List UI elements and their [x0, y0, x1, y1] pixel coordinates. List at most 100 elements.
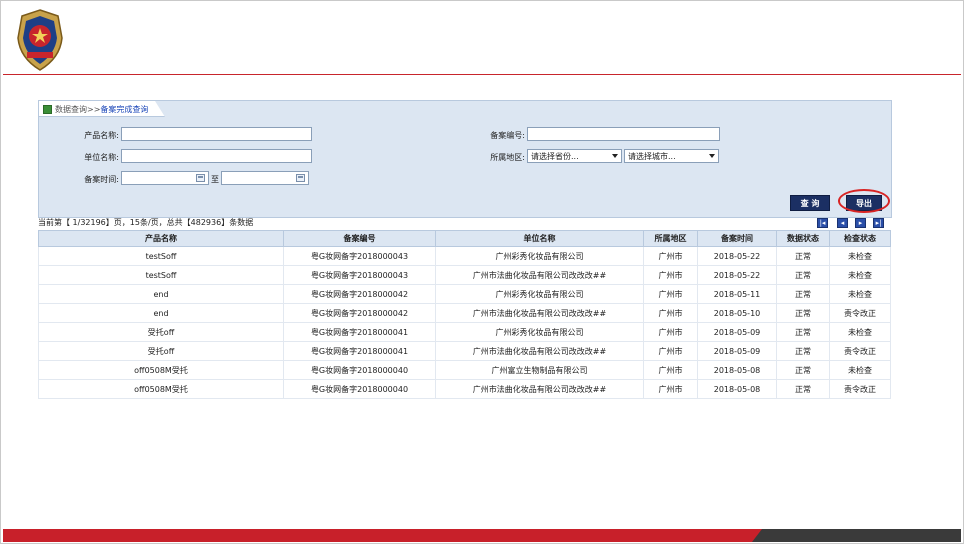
product-name-label: 产品名称:: [84, 131, 119, 140]
date-to-label: 至: [211, 175, 219, 184]
table-cell[interactable]: 粤G妆网备字2018000041: [283, 341, 436, 361]
table-row: testSoff 粤G妆网备字2018000043 广州市法曲化妆品有限公司改改改#…: [38, 265, 891, 285]
table-cell[interactable]: 受托off: [38, 322, 284, 342]
table-cell[interactable]: 粤G妆网备字2018000041: [283, 322, 436, 342]
table-cell: 正常: [776, 265, 830, 285]
table-cell: 广州市法曲化妆品有限公司改改改##: [435, 341, 644, 361]
table-cell[interactable]: 责令改正: [829, 303, 891, 323]
table-cell: 正常: [776, 246, 830, 266]
header-rule: [3, 74, 961, 75]
table-cell: 广州市: [643, 322, 698, 342]
table-cell: 广州彩秀化妆品有限公司: [435, 246, 644, 266]
table-cell[interactable]: 未检查: [829, 265, 891, 285]
company-name-input[interactable]: [121, 149, 312, 163]
table-cell[interactable]: 未检查: [829, 322, 891, 342]
table-cell[interactable]: 粤G妆网备字2018000040: [283, 379, 436, 399]
city-select-value: 请选择城市...: [628, 152, 676, 161]
query-button[interactable]: 查 询: [790, 195, 830, 211]
table-row: 受托off 粤G妆网备字2018000041 广州市法曲化妆品有限公司改改改## 广州…: [38, 341, 891, 361]
table-cell[interactable]: 责令改正: [829, 341, 891, 361]
record-date-label: 备案时间:: [84, 175, 119, 184]
column-header: 数据状态: [776, 230, 830, 247]
breadcrumb-current[interactable]: 备案完成查询: [100, 105, 148, 114]
province-select[interactable]: 请选择省份...: [527, 149, 622, 163]
emblem-logo: [17, 9, 63, 71]
chevron-down-icon: [709, 154, 715, 158]
table-cell: 正常: [776, 284, 830, 304]
table-cell: 2018-05-09: [697, 341, 777, 361]
table-cell[interactable]: end: [38, 303, 284, 323]
table-header-row: 产品名称 备案编号 单位名称 所属地区 备案时间 数据状态 检查状态: [38, 230, 891, 247]
table-cell: 正常: [776, 360, 830, 380]
table-cell: 广州市: [643, 303, 698, 323]
breadcrumb-text: 数据查询>>备案完成查询: [55, 104, 148, 115]
breadcrumb-root[interactable]: 数据查询>>: [55, 105, 100, 114]
table-cell: 广州市: [643, 360, 698, 380]
table-cell: 广州市: [643, 284, 698, 304]
product-name-input[interactable]: [121, 127, 312, 141]
date-from-input[interactable]: [121, 171, 209, 185]
table-cell: 正常: [776, 379, 830, 399]
calendar-icon[interactable]: [296, 174, 305, 182]
table-cell: 2018-05-11: [697, 284, 777, 304]
table-cell[interactable]: off0508M受托: [38, 379, 284, 399]
record-no-label: 备案编号:: [490, 131, 525, 140]
table-row: off0508M受托 粤G妆网备字2018000040 广州富立生物制品有限公司 广州…: [38, 360, 891, 380]
table-cell: 2018-05-08: [697, 360, 777, 380]
column-header: 所属地区: [643, 230, 698, 247]
table-cell[interactable]: 未检查: [829, 360, 891, 380]
table-cell: 广州市: [643, 379, 698, 399]
prev-page-icon[interactable]: ◂: [837, 218, 848, 228]
column-header: 单位名称: [435, 230, 644, 247]
table-cell: 2018-05-10: [697, 303, 777, 323]
table-cell[interactable]: 受托off: [38, 341, 284, 361]
region-label: 所属地区:: [490, 153, 525, 162]
table-cell: 正常: [776, 341, 830, 361]
table-cell: 正常: [776, 303, 830, 323]
column-header: 备案时间: [697, 230, 777, 247]
breadcrumb: 数据查询>>备案完成查询: [39, 101, 165, 117]
table-row: testSoff 粤G妆网备字2018000043 广州彩秀化妆品有限公司 广州市 20…: [38, 246, 891, 266]
table-cell[interactable]: 粤G妆网备字2018000043: [283, 246, 436, 266]
table-cell[interactable]: 粤G妆网备字2018000042: [283, 284, 436, 304]
table-cell: 广州市: [643, 246, 698, 266]
date-to-input[interactable]: [221, 171, 309, 185]
table-cell: 广州市法曲化妆品有限公司改改改##: [435, 265, 644, 285]
calendar-icon[interactable]: [196, 174, 205, 182]
table-cell[interactable]: 责令改正: [829, 379, 891, 399]
table-cell[interactable]: 未检查: [829, 284, 891, 304]
table-cell[interactable]: 粤G妆网备字2018000040: [283, 360, 436, 380]
table-cell: 2018-05-22: [697, 246, 777, 266]
first-page-icon[interactable]: |◂: [817, 218, 828, 228]
results-table: 产品名称 备案编号 单位名称 所属地区 备案时间 数据状态 检查状态 testS…: [38, 230, 891, 399]
table-cell: 广州市法曲化妆品有限公司改改改##: [435, 379, 644, 399]
record-no-input[interactable]: [527, 127, 720, 141]
province-select-value: 请选择省份...: [531, 152, 579, 161]
column-header: 备案编号: [283, 230, 436, 247]
table-cell[interactable]: 未检查: [829, 246, 891, 266]
column-header: 检查状态: [829, 230, 891, 247]
search-panel: 数据查询>>备案完成查询 产品名称: 单位名称: 备案时间: 至 备案编号: 所…: [38, 100, 892, 218]
column-header: 产品名称: [38, 230, 284, 247]
table-cell: 正常: [776, 322, 830, 342]
pager-summary: 当前第【 1/32196】页，15条/页，总共【482936】条数据: [38, 218, 254, 227]
table-cell[interactable]: testSoff: [38, 246, 284, 266]
table-cell[interactable]: testSoff: [38, 265, 284, 285]
table-cell: 广州市法曲化妆品有限公司改改改##: [435, 303, 644, 323]
city-select[interactable]: 请选择城市...: [624, 149, 719, 163]
table-cell[interactable]: 粤G妆网备字2018000042: [283, 303, 436, 323]
table-cell: 2018-05-09: [697, 322, 777, 342]
table-cell[interactable]: end: [38, 284, 284, 304]
company-name-label: 单位名称:: [84, 153, 119, 162]
breadcrumb-icon: [43, 105, 52, 114]
export-highlight-ring: [838, 189, 890, 213]
chevron-down-icon: [612, 154, 618, 158]
next-page-icon[interactable]: ▸: [855, 218, 866, 228]
table-cell: 广州富立生物制品有限公司: [435, 360, 644, 380]
last-page-icon[interactable]: ▸|: [873, 218, 884, 228]
table-cell[interactable]: 粤G妆网备字2018000043: [283, 265, 436, 285]
table-cell[interactable]: off0508M受托: [38, 360, 284, 380]
table-row: end 粤G妆网备字2018000042 广州彩秀化妆品有限公司 广州市 2018-05…: [38, 284, 891, 304]
table-cell: 2018-05-22: [697, 265, 777, 285]
table-cell: 广州市: [643, 341, 698, 361]
